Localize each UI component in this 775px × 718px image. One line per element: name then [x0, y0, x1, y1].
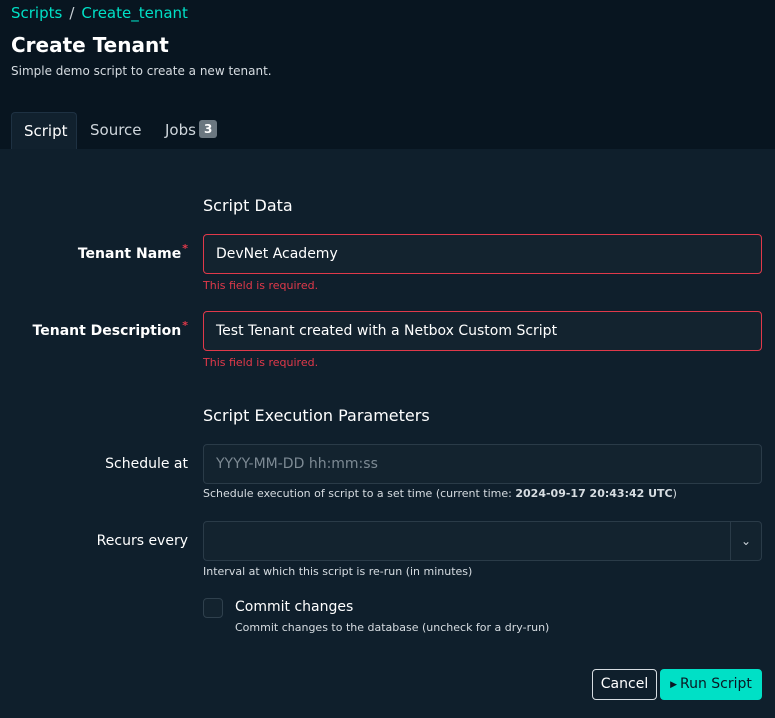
run-script-button[interactable]: ▶ Run Script: [660, 669, 762, 700]
section-title-execution-parameters: Script Execution Parameters: [203, 406, 430, 425]
tenant-name-label: Tenant Name*: [77, 242, 188, 262]
tab-jobs[interactable]: Jobs 3: [153, 112, 233, 149]
schedule-at-input[interactable]: YYYY-MM-DD hh:mm:ss: [203, 444, 762, 484]
script-form: Script Data Tenant Name* DevNet Academy …: [0, 149, 775, 718]
tab-script[interactable]: Script: [11, 112, 77, 149]
required-marker: *: [182, 319, 188, 332]
commit-changes-checkbox[interactable]: [203, 598, 223, 618]
current-time: 2024-09-17 20:43:42 UTC: [515, 487, 673, 500]
schedule-at-help-suffix: ): [672, 487, 677, 500]
page-title: Create Tenant: [11, 33, 169, 57]
breadcrumb: Scripts / Create_tenant: [11, 4, 188, 22]
tenant-name-label-text: Tenant Name: [77, 246, 182, 262]
tenant-description-label: Tenant Description*: [32, 319, 188, 339]
tenant-description-error: This field is required.: [203, 356, 319, 369]
tenant-name-error: This field is required.: [203, 279, 319, 292]
tenant-name-input[interactable]: DevNet Academy: [203, 234, 762, 274]
jobs-count-badge: 3: [198, 120, 218, 138]
recurs-every-select[interactable]: [203, 521, 731, 561]
tenant-description-label-text: Tenant Description: [32, 323, 182, 339]
schedule-at-help-prefix: Schedule execution of script to a set ti…: [203, 487, 516, 500]
tab-jobs-label: Jobs: [165, 121, 196, 139]
recurs-every-label: Recurs every: [96, 533, 188, 549]
page: Scripts / Create_tenant Create Tenant Simp…: [0, 0, 775, 718]
section-title-script-data: Script Data: [203, 196, 293, 215]
page-header: Scripts / Create_tenant Create Tenant Simp…: [0, 0, 775, 149]
breadcrumb-create-tenant-link[interactable]: Create_tenant: [81, 4, 188, 22]
commit-changes-help: Commit changes to the database (uncheck …: [235, 621, 550, 634]
recurs-every-dropdown-toggle[interactable]: ⌄: [730, 521, 762, 561]
required-marker: *: [182, 242, 188, 255]
breadcrumb-separator: /: [69, 4, 75, 22]
tenant-description-input[interactable]: Test Tenant created with a Netbox Custom…: [203, 311, 762, 351]
recurs-every-help: Interval at which this script is re-run …: [203, 565, 473, 578]
tab-source[interactable]: Source: [78, 112, 151, 149]
cancel-button[interactable]: Cancel: [592, 669, 657, 700]
play-icon: ▶: [670, 680, 677, 690]
breadcrumb-scripts-link[interactable]: Scripts: [11, 4, 62, 22]
run-script-label: Run Script: [680, 676, 752, 692]
schedule-at-label: Schedule at: [105, 456, 188, 472]
chevron-down-icon: ⌄: [740, 534, 752, 548]
page-description: Simple demo script to create a new tenan…: [11, 64, 272, 78]
commit-changes-label: Commit changes: [235, 599, 354, 615]
schedule-at-help: Schedule execution of script to a set ti…: [203, 487, 677, 500]
